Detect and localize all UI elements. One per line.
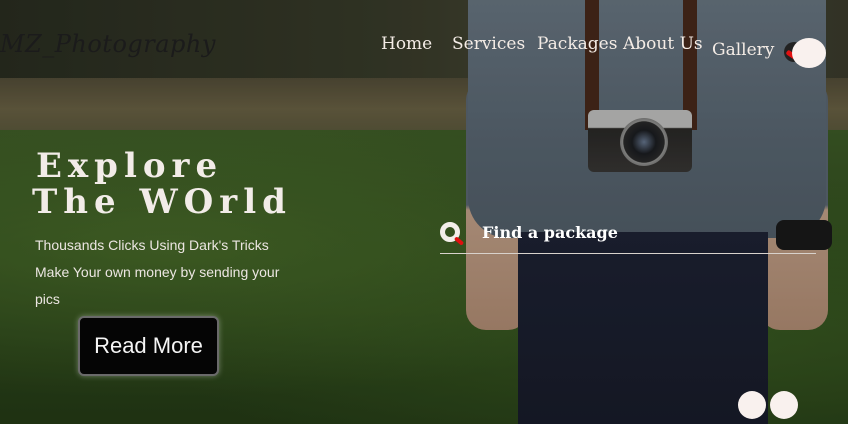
read-more-button[interactable]: Read More xyxy=(78,316,219,376)
slider-dot-1[interactable] xyxy=(738,391,766,419)
theme-toggle-icon[interactable] xyxy=(784,38,828,68)
search-input[interactable] xyxy=(482,218,812,246)
nav-item-services[interactable]: Services xyxy=(452,34,525,54)
hero-description: Thousands Clicks Using Dark's Tricks Mak… xyxy=(35,237,280,307)
nav-item-gallery[interactable]: Gallery xyxy=(712,40,774,60)
search-icon[interactable] xyxy=(440,222,465,248)
nav-item-home[interactable]: Home xyxy=(381,34,432,54)
slider-dot-2[interactable] xyxy=(770,391,798,419)
hero-title-line-1: Explore xyxy=(36,146,224,186)
nav-item-packages[interactable]: Packages xyxy=(537,34,617,54)
hero-title-line-2: The WOrld xyxy=(32,182,292,222)
package-search xyxy=(440,218,816,254)
hero-title: Explore The WOrld xyxy=(32,148,292,220)
site-logo[interactable]: MZ_Photography xyxy=(0,30,216,58)
nav-item-about-us[interactable]: About Us xyxy=(623,34,703,54)
